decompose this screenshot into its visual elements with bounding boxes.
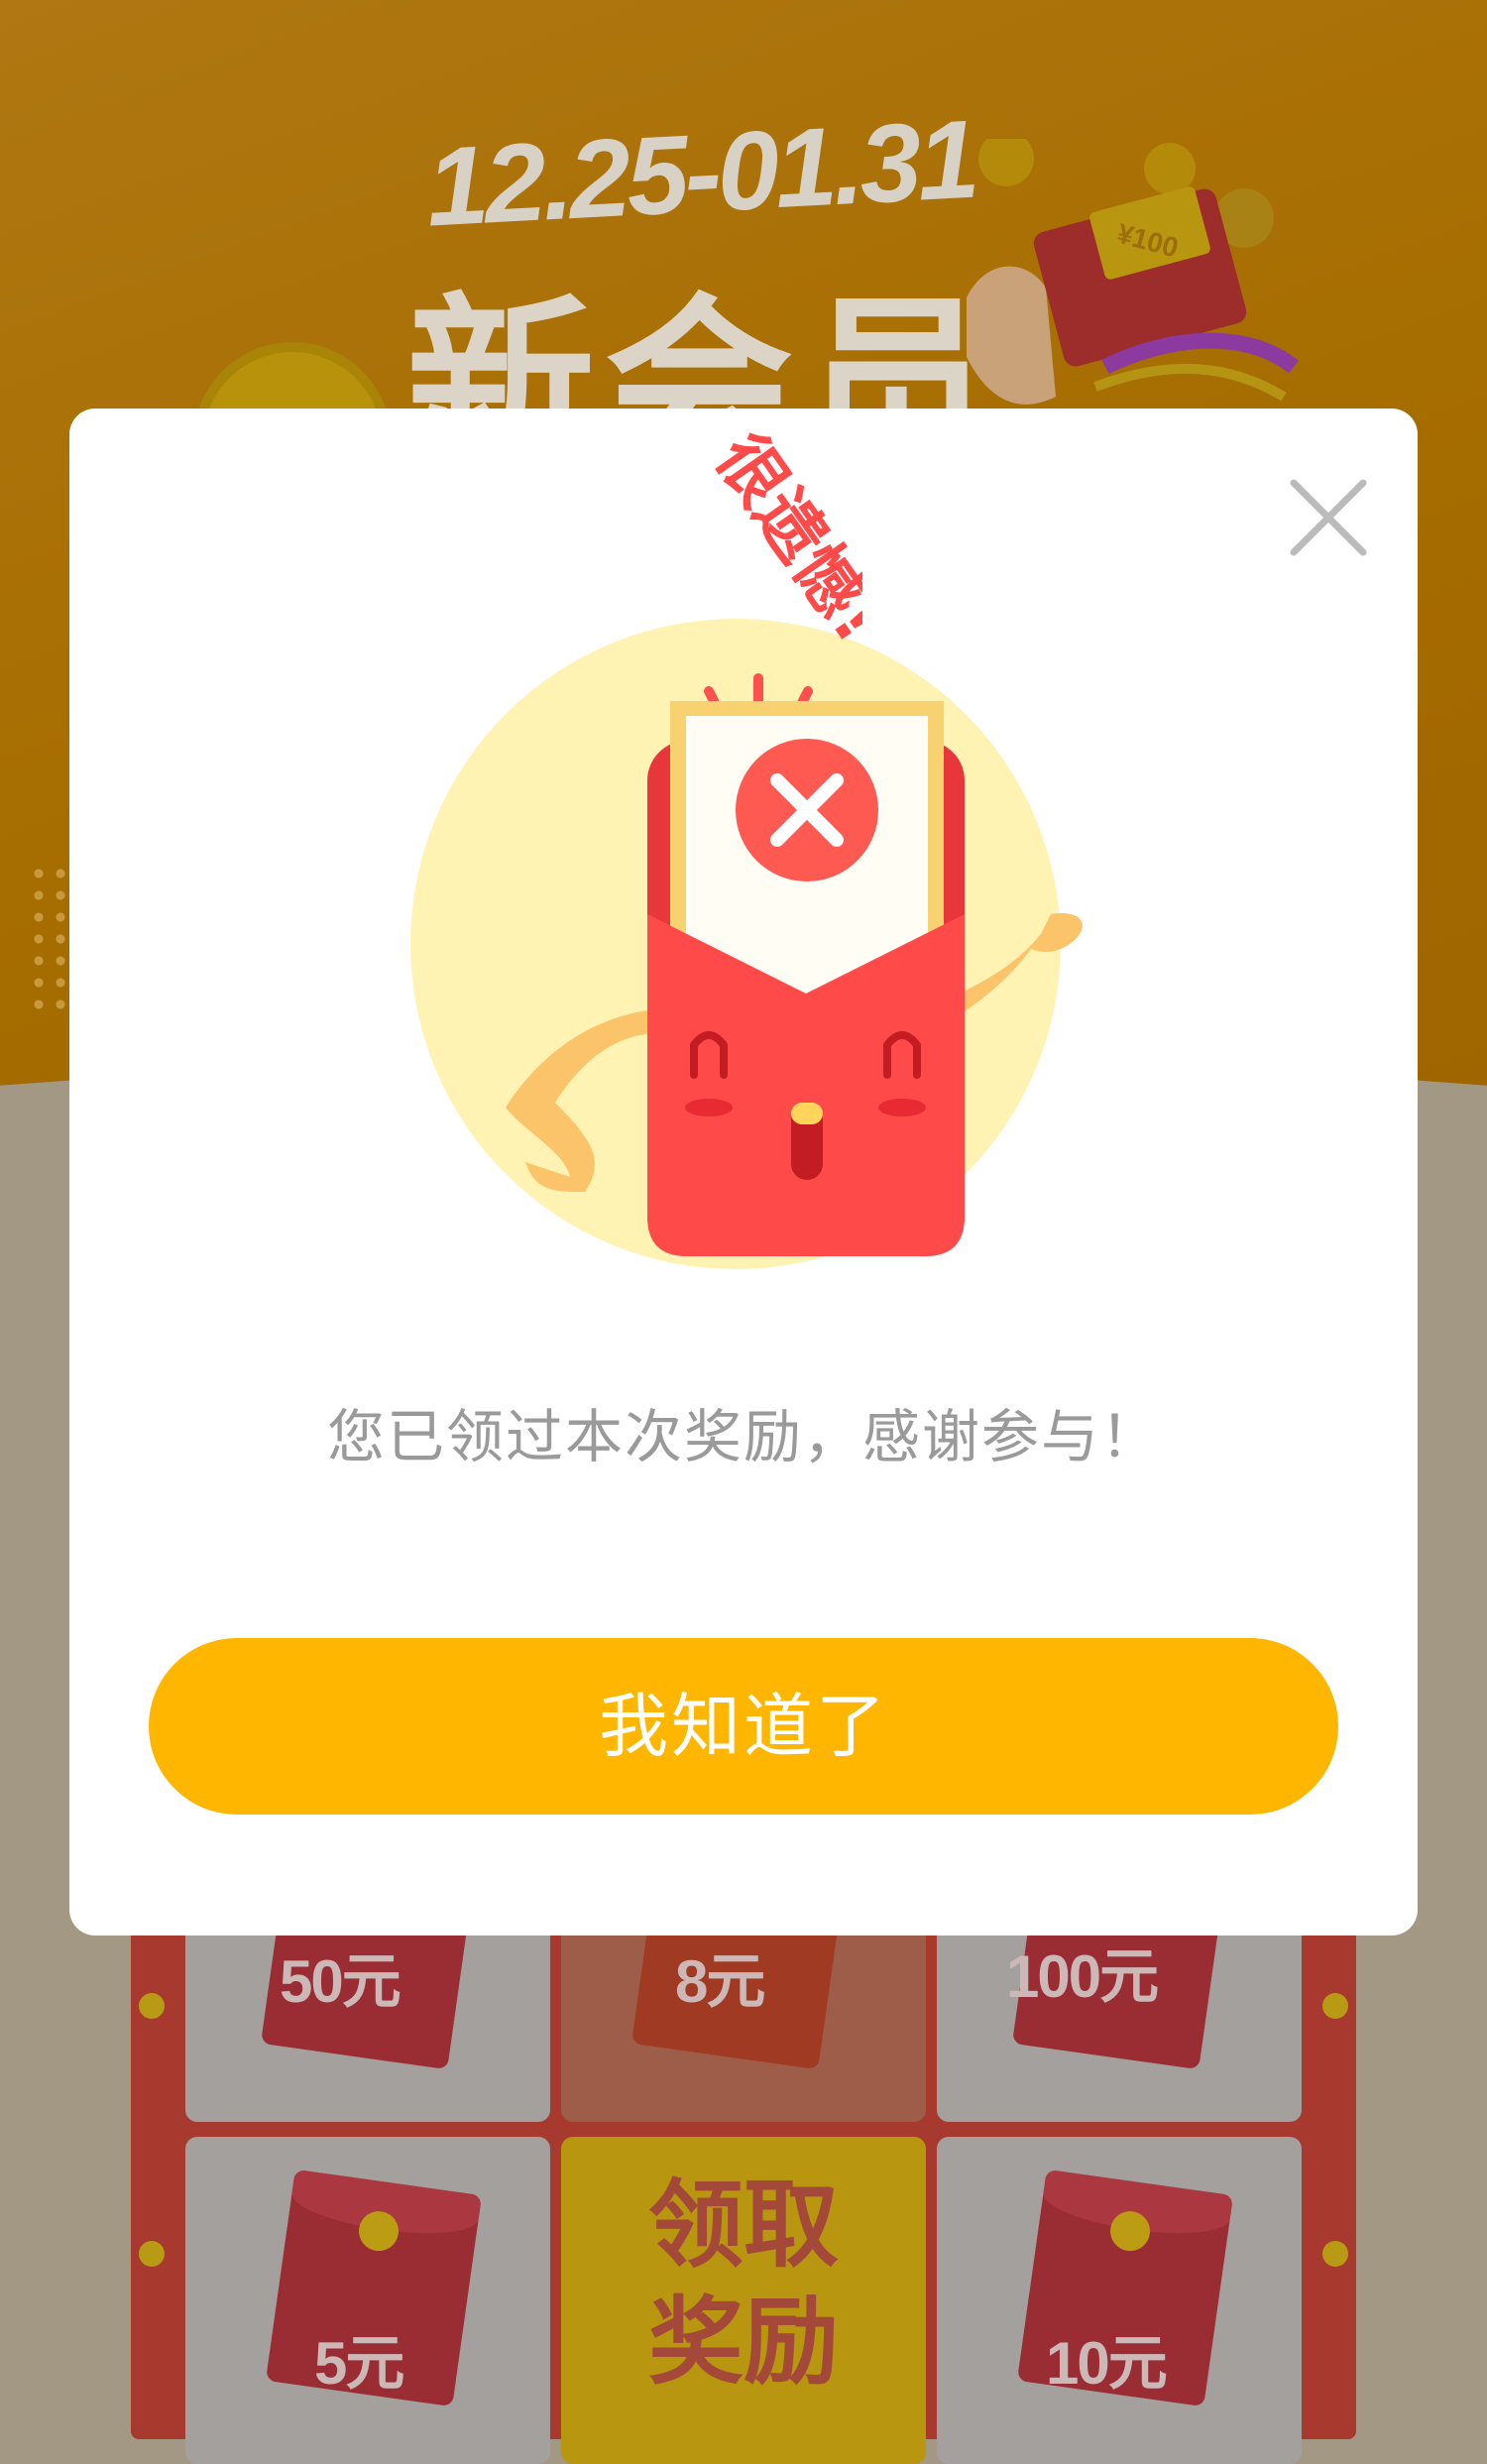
reward-cell-5[interactable]: 5元 bbox=[185, 2137, 550, 2464]
claim-reward-label-2: 奖励 bbox=[648, 2287, 839, 2398]
frame-bead bbox=[139, 2241, 165, 2267]
reward-grid: 50元 8元 100元 5元 领取 奖励 10元 bbox=[131, 1884, 1356, 2464]
sad-red-envelope-illustration bbox=[410, 619, 1083, 1269]
reward-cell-10[interactable]: 10元 bbox=[937, 2137, 1302, 2464]
reward-amount: 50元 bbox=[280, 1948, 401, 2015]
reward-amount: 100元 bbox=[1006, 1943, 1159, 2010]
claim-reward-label-1: 领取 bbox=[648, 2170, 839, 2281]
reward-amount: 10元 bbox=[1046, 2330, 1168, 2397]
result-dialog: 很遗憾! 您已领过本次奖励，感谢参与！ 我知道了 bbox=[69, 409, 1418, 1936]
claim-reward-button[interactable]: 领取 奖励 bbox=[561, 2137, 926, 2464]
frame-bead bbox=[1322, 1993, 1348, 2019]
got-it-button[interactable]: 我知道了 bbox=[149, 1638, 1338, 1815]
dialog-message: 您已领过本次奖励，感谢参与！ bbox=[326, 1403, 1160, 1470]
reward-amount: 5元 bbox=[314, 2330, 404, 2397]
reward-amount: 8元 bbox=[675, 1948, 765, 2015]
frame-bead bbox=[1322, 2241, 1348, 2267]
frame-bead bbox=[139, 1993, 165, 2019]
close-icon[interactable] bbox=[1279, 468, 1378, 567]
